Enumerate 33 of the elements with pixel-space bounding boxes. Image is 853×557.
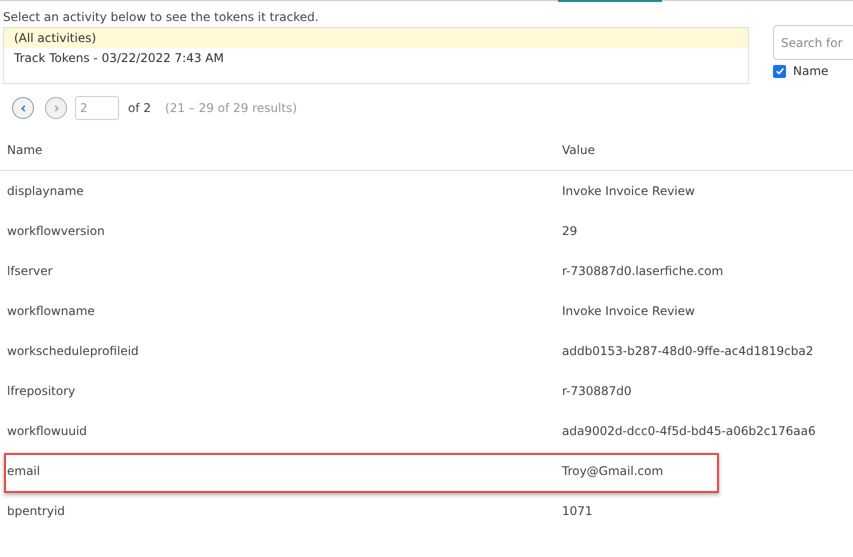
table-cell: Invoke Invoice Review <box>562 304 695 318</box>
table-cell: 1071 <box>562 504 593 518</box>
table-cell: ada9002d-dcc0-4f5d-bd45-a06b2c176aa6 <box>562 424 816 438</box>
table-cell: 29 <box>562 224 578 238</box>
previous-page-button[interactable] <box>12 97 34 119</box>
chevron-right-icon <box>52 104 60 112</box>
table-cell: addb0153-b287-48d0-9ffe-ac4d1819cba2 <box>562 344 814 358</box>
table-cell: workflowname <box>7 304 95 318</box>
table-cell: workscheduleprofileid <box>7 344 139 358</box>
activity-item[interactable]: (All activities) <box>4 28 748 48</box>
table-cell: r-730887d0 <box>562 384 632 398</box>
table-cell: bpentryid <box>7 504 65 518</box>
chevron-left-icon <box>18 104 28 112</box>
table-cell: workflowuuid <box>7 424 87 438</box>
activity-item[interactable]: Track Tokens - 03/22/2022 7:43 AM <box>4 48 748 68</box>
name-checkbox[interactable] <box>773 64 786 78</box>
table-cell: r-730887d0.laserfiche.com <box>562 264 724 278</box>
table-cell: displayname <box>7 184 84 198</box>
table-cell: lfrepository <box>7 384 76 398</box>
search-field[interactable]: Search for <box>773 25 853 60</box>
activity-list[interactable]: (All activities) Track Tokens - 03/22/2022 7:43 AM <box>3 27 749 84</box>
table-cell: workflowversion <box>7 224 105 238</box>
table-cell: lfserver <box>7 264 53 278</box>
table-cell: Invoke Invoice Review <box>562 184 695 198</box>
checkbox-label: Name <box>793 64 828 78</box>
column-header[interactable]: Value <box>562 130 853 170</box>
page-count: of 2 <box>128 101 152 115</box>
next-page-button[interactable] <box>45 97 67 119</box>
results-count: (21 – 29 of 29 results) <box>165 101 298 115</box>
column-header[interactable]: Name <box>0 130 562 170</box>
instruction-text: Select an activity below to see the tokens it tracked. <box>3 9 320 25</box>
table-cell: email <box>7 464 40 478</box>
table-cell: Troy@Gmail.com <box>562 464 664 478</box>
